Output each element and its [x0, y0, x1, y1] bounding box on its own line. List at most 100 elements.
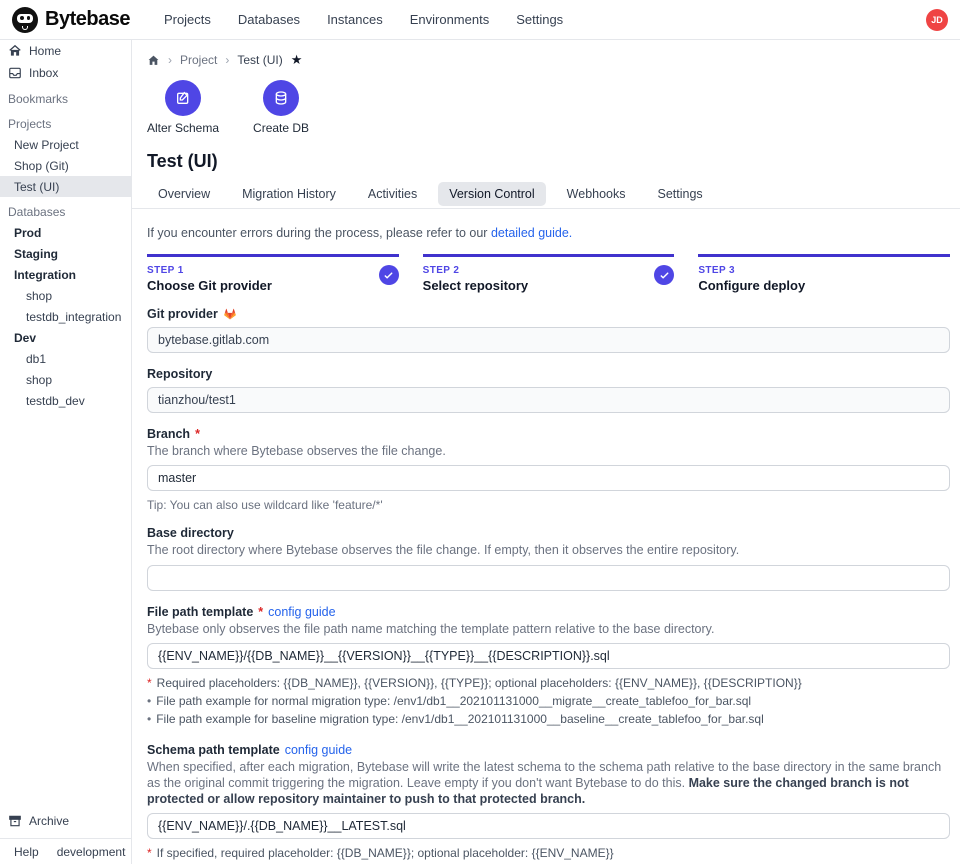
note-normal-example: •File path example for normal migration … [147, 694, 950, 709]
top-navbar: Bytebase Projects Databases Instances En… [0, 0, 960, 40]
sidebar-section-databases: Databases [0, 200, 131, 222]
git-provider-label-row: Git provider [147, 307, 950, 321]
notice-text: If you encounter errors during the proce… [147, 226, 491, 240]
sidebar-db-shop-dev[interactable]: shop [0, 369, 131, 390]
tab-migration-history[interactable]: Migration History [231, 182, 347, 206]
nav-settings[interactable]: Settings [516, 12, 563, 27]
nav-databases[interactable]: Databases [238, 12, 300, 27]
sidebar-db-testdb-integration[interactable]: testdb_integration [0, 306, 131, 327]
sidebar-item-inbox[interactable]: Inbox [0, 62, 131, 84]
avatar[interactable]: JD [926, 9, 948, 31]
sidebar-item-label: Home [29, 44, 61, 58]
git-provider-group: Git provider [147, 307, 950, 353]
branch-input[interactable] [147, 465, 950, 491]
home-icon [8, 44, 22, 58]
sidebar-item-home[interactable]: Home [0, 40, 131, 62]
note-baseline-example: • File path example for baseline migratio… [147, 712, 950, 727]
note-required-placeholders: *Required placeholders: {{DB_NAME}}, {{V… [147, 676, 950, 691]
breadcrumb-current: Test (UI) [237, 53, 282, 67]
note-schema-required: *If specified, required placeholder: {{D… [147, 846, 950, 861]
quick-action-label: Alter Schema [147, 121, 219, 135]
tab-overview[interactable]: Overview [147, 182, 221, 206]
sidebar: Home Inbox Bookmarks Projects New Projec… [0, 40, 132, 864]
step-title: Select repository [423, 278, 675, 293]
breadcrumb-separator: › [168, 53, 172, 67]
inbox-icon [8, 66, 22, 80]
repository-input[interactable] [147, 387, 950, 413]
note-text: File path example for baseline migration… [156, 712, 764, 727]
nav-instances[interactable]: Instances [327, 12, 383, 27]
tab-version-control[interactable]: Version Control [438, 182, 545, 206]
app-window: Bytebase Projects Databases Instances En… [0, 0, 960, 864]
sidebar-db-testdb-dev[interactable]: testdb_dev [0, 390, 131, 411]
schema-path-template-group: Schema path template config guide When s… [147, 743, 950, 864]
bytebase-logo[interactable]: Bytebase [12, 7, 130, 33]
note-text: If specified, required placeholder: {{DB… [157, 846, 614, 861]
sidebar-env-dev[interactable]: Dev [0, 327, 131, 348]
file-path-config-guide-link[interactable]: config guide [268, 605, 335, 619]
note-marker: • [147, 694, 151, 709]
schema-path-template-label: Schema path template [147, 743, 280, 757]
edit-icon [165, 80, 201, 116]
file-path-template-label: File path template [147, 605, 253, 619]
branch-label: Branch [147, 427, 190, 441]
sidebar-item-test-ui[interactable]: Test (UI) [0, 176, 131, 197]
sidebar-item-new-project[interactable]: New Project [0, 134, 131, 155]
base-directory-input[interactable] [147, 565, 950, 591]
breadcrumb-separator: › [225, 53, 229, 67]
help-link[interactable]: Help [14, 845, 39, 859]
breadcrumb: › Project › Test (UI) ★ [147, 52, 950, 68]
step-title: Configure deploy [698, 278, 950, 293]
nav-environments[interactable]: Environments [410, 12, 489, 27]
quick-actions: Alter Schema Create DB [147, 80, 950, 135]
git-provider-input[interactable] [147, 327, 950, 353]
note-marker: * [147, 676, 152, 691]
step-indicator: STEP 1 Choose Git provider STEP 2 Select… [147, 254, 950, 293]
create-db-button[interactable]: Create DB [253, 80, 309, 135]
base-directory-desc: The root directory where Bytebase observ… [147, 543, 950, 559]
sidebar-env-prod[interactable]: Prod [0, 222, 131, 243]
git-provider-label: Git provider [147, 307, 218, 321]
step-label: STEP 2 [423, 265, 675, 276]
required-mark: * [258, 605, 263, 619]
base-directory-group: Base directory The root directory where … [147, 526, 950, 591]
main-content: › Project › Test (UI) ★ Alter Schema [132, 40, 960, 864]
sidebar-env-staging[interactable]: Staging [0, 243, 131, 264]
sidebar-db-db1[interactable]: db1 [0, 348, 131, 369]
tab-webhooks[interactable]: Webhooks [556, 182, 637, 206]
page-title: Test (UI) [147, 151, 950, 172]
schema-path-template-input[interactable] [147, 813, 950, 839]
archive-icon [8, 814, 22, 828]
nav-projects[interactable]: Projects [164, 12, 211, 27]
check-icon [379, 265, 399, 285]
sidebar-footer: Help development [0, 838, 131, 864]
branch-desc: The branch where Bytebase observes the f… [147, 444, 950, 460]
step-1: STEP 1 Choose Git provider [147, 254, 399, 293]
database-icon [263, 80, 299, 116]
detailed-guide-link[interactable]: detailed guide. [491, 226, 572, 240]
sidebar-item-label: Archive [29, 814, 69, 828]
sidebar-item-label: Inbox [29, 66, 58, 80]
top-nav-links: Projects Databases Instances Environment… [164, 12, 563, 27]
quick-action-label: Create DB [253, 121, 309, 135]
sidebar-item-shop-git[interactable]: Shop (Git) [0, 155, 131, 176]
tab-activities[interactable]: Activities [357, 182, 428, 206]
tab-settings[interactable]: Settings [647, 182, 714, 206]
branch-tip: Tip: You can also use wildcard like 'fea… [147, 498, 950, 512]
note-marker: • [147, 712, 151, 727]
alter-schema-button[interactable]: Alter Schema [147, 80, 219, 135]
schema-path-config-guide-link[interactable]: config guide [285, 743, 352, 757]
sidebar-env-integration[interactable]: Integration [0, 264, 131, 285]
breadcrumb-project[interactable]: Project [180, 53, 217, 67]
favorite-star-icon[interactable]: ★ [291, 52, 303, 68]
sidebar-section-projects: Projects [0, 112, 131, 134]
breadcrumb-home-icon[interactable] [147, 54, 160, 67]
repository-group: Repository [147, 367, 950, 413]
sidebar-db-shop-integration[interactable]: shop [0, 285, 131, 306]
step-label: STEP 3 [698, 265, 950, 276]
repository-label: Repository [147, 367, 950, 381]
required-mark: * [195, 427, 200, 441]
sidebar-item-archive[interactable]: Archive [0, 810, 131, 832]
file-path-template-label-row: File path template * config guide [147, 605, 950, 619]
file-path-template-input[interactable] [147, 643, 950, 669]
